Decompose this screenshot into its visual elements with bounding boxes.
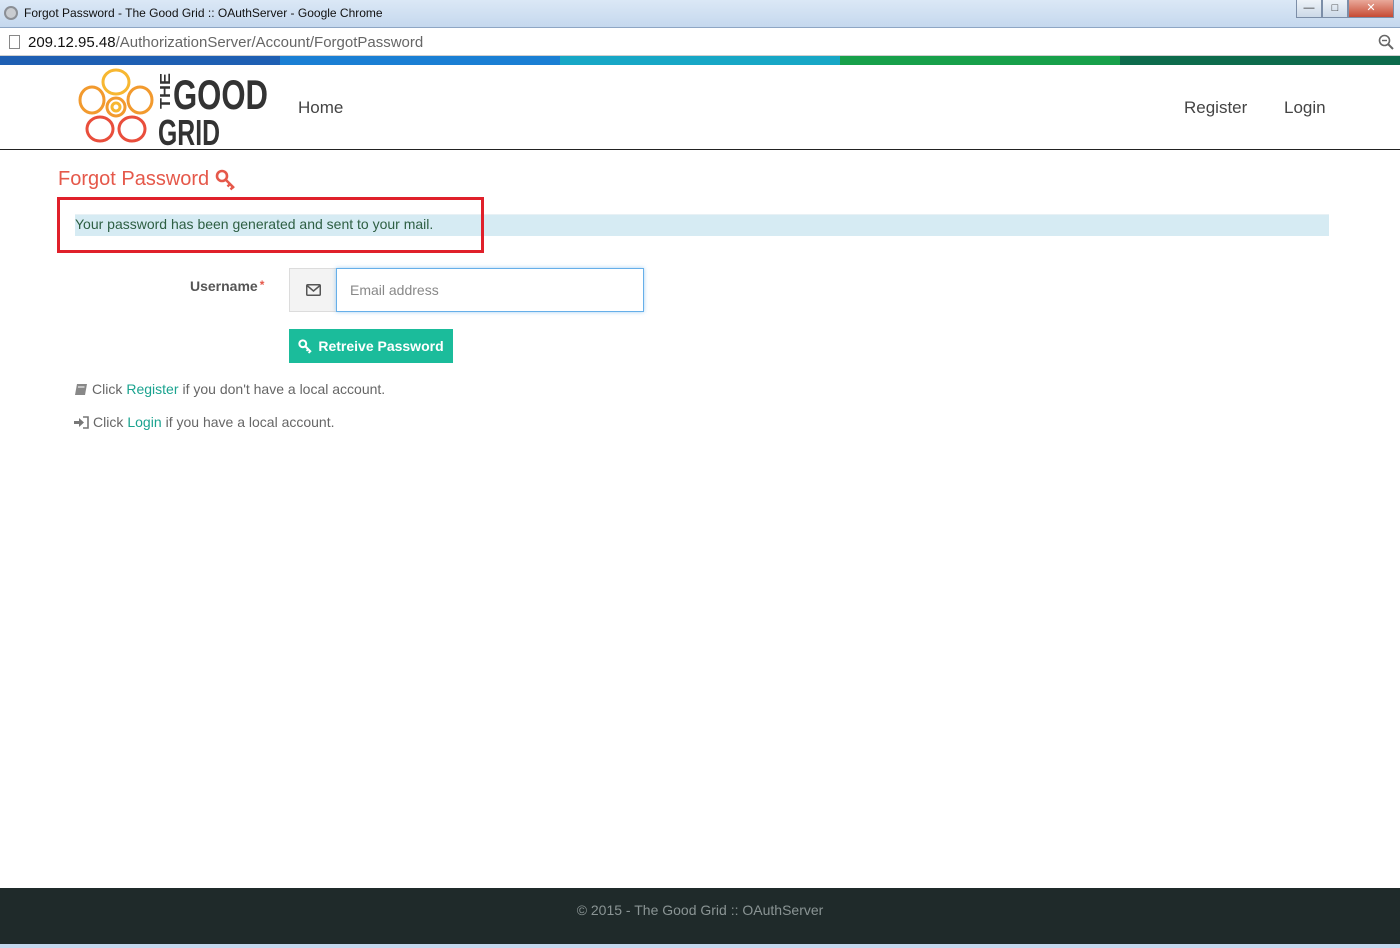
- color-strip: [0, 56, 1400, 65]
- the-good-grid-logo[interactable]: GOOD GRID THE: [78, 67, 273, 147]
- email-input[interactable]: [336, 268, 644, 312]
- required-mark: *: [259, 278, 265, 292]
- zoom-icon[interactable]: [1378, 34, 1394, 50]
- register-help-line: Click Register if you don't have a local…: [74, 381, 385, 397]
- register-help-link[interactable]: Register: [126, 381, 178, 397]
- color-strip-segment: [0, 56, 280, 65]
- maximize-button[interactable]: □: [1322, 0, 1348, 18]
- register-help-prefix: Click: [92, 381, 123, 397]
- page-title: Forgot Password: [58, 168, 237, 191]
- window-title: Forgot Password - The Good Grid :: OAuth…: [24, 6, 383, 20]
- sign-in-icon: [74, 415, 89, 429]
- retrieve-password-button[interactable]: Retreive Password: [289, 329, 453, 363]
- nav-login-link[interactable]: Login: [1284, 98, 1326, 118]
- color-strip-segment: [840, 56, 1120, 65]
- retrieve-password-label: Retreive Password: [318, 338, 444, 354]
- page-icon: [9, 35, 20, 49]
- email-addon: [289, 268, 336, 312]
- login-help-suffix: if you have a local account.: [165, 414, 335, 430]
- book-icon: [74, 383, 88, 396]
- window-titlebar: Forgot Password - The Good Grid :: OAuth…: [0, 0, 1400, 28]
- nav-register-link[interactable]: Register: [1184, 98, 1247, 118]
- nav-home-link[interactable]: Home: [298, 98, 343, 118]
- page-title-text: Forgot Password: [58, 168, 210, 190]
- logo-word-grid: GRID: [158, 112, 220, 147]
- color-strip-segment: [1120, 56, 1400, 65]
- window-bottom-edge: [0, 944, 1400, 948]
- minimize-button[interactable]: —: [1296, 0, 1322, 18]
- color-strip-segment: [560, 56, 840, 65]
- address-bar[interactable]: 209.12.95.48/AuthorizationServer/Account…: [0, 28, 1400, 56]
- key-icon: [298, 338, 313, 354]
- url-path: /AuthorizationServer/Account/ForgotPassw…: [115, 34, 424, 51]
- login-help-prefix: Click: [93, 414, 124, 430]
- envelope-icon: [306, 284, 321, 296]
- username-label: Username *: [190, 278, 264, 294]
- color-strip-segment: [280, 56, 560, 65]
- navbar: GOOD GRID THE Home Register Login: [0, 65, 1400, 150]
- logo-word-the: THE: [157, 73, 174, 109]
- login-help-link[interactable]: Login: [127, 414, 161, 430]
- username-label-text: Username: [190, 278, 258, 294]
- close-button[interactable]: ✕: [1348, 0, 1394, 18]
- url-text[interactable]: 209.12.95.48/AuthorizationServer/Account…: [28, 34, 423, 51]
- login-help-line: Click Login if you have a local account.: [74, 414, 335, 430]
- annotation-highlight-box: [57, 197, 484, 253]
- chrome-app-icon: [4, 6, 18, 20]
- logo-word-good: GOOD: [173, 71, 268, 118]
- url-host: 209.12.95.48: [28, 34, 116, 51]
- register-help-suffix: if you don't have a local account.: [182, 381, 386, 397]
- window-controls: — □ ✕: [1296, 0, 1394, 20]
- key-icon: [215, 169, 236, 190]
- footer-copyright: © 2015 - The Good Grid :: OAuthServer: [576, 902, 824, 918]
